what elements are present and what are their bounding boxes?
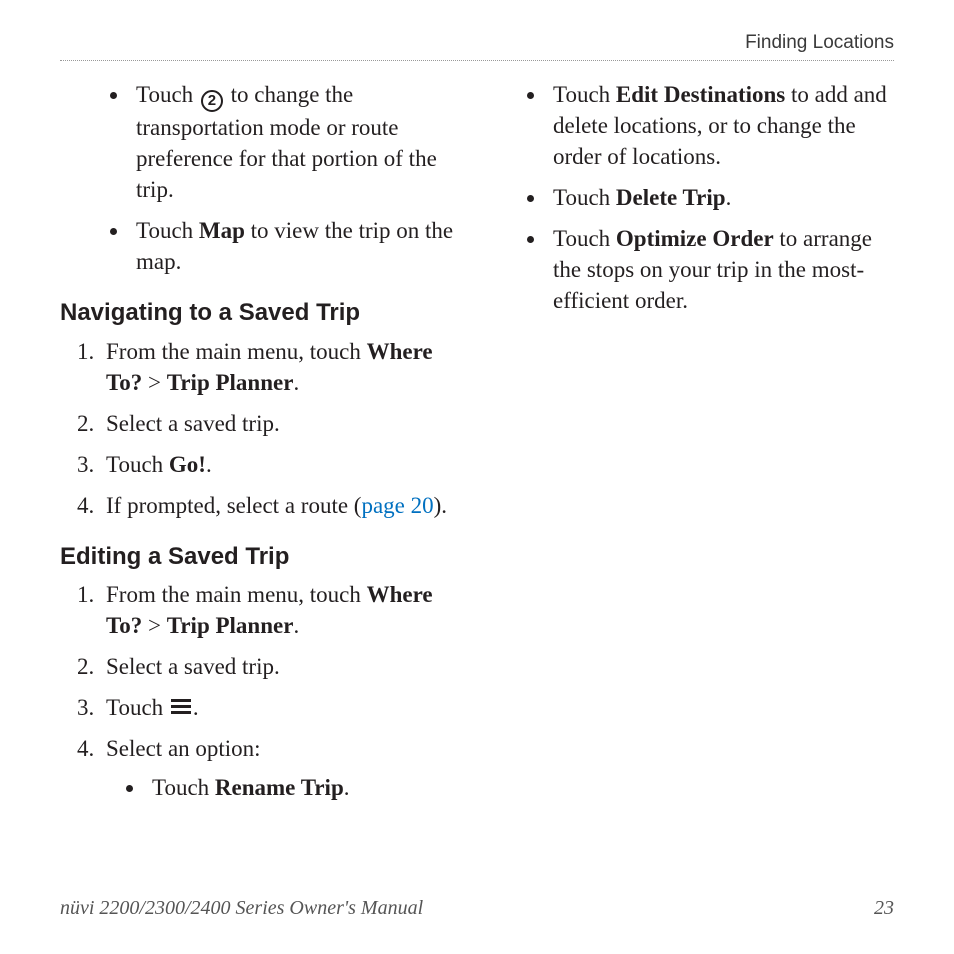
text: . bbox=[293, 370, 299, 395]
text: Touch bbox=[106, 695, 169, 720]
text: . bbox=[293, 613, 299, 638]
text: From the main menu, touch bbox=[106, 339, 367, 364]
text: From the main menu, touch bbox=[106, 582, 367, 607]
text: Touch bbox=[553, 226, 616, 251]
text: Select a saved trip. bbox=[106, 411, 280, 436]
list-item: Touch Rename Trip. bbox=[146, 772, 457, 803]
list-item: Touch Go!. bbox=[100, 449, 457, 480]
editing-steps: From the main menu, touch Where To? > Tr… bbox=[60, 579, 457, 803]
list-item: Select a saved trip. bbox=[100, 408, 457, 439]
text: If prompted, select a route ( bbox=[106, 493, 361, 518]
navigating-steps: From the main menu, touch Where To? > Tr… bbox=[60, 336, 457, 521]
text: Touch bbox=[553, 82, 616, 107]
list-item: Select an option: Touch Rename Trip. bbox=[100, 733, 457, 803]
list-item: Touch Map to view the trip on the map. bbox=[130, 215, 457, 277]
right-bullet-list: Touch Edit Destinations to add and delet… bbox=[497, 79, 894, 316]
bold-text: Map bbox=[199, 218, 245, 243]
page-number: 23 bbox=[874, 897, 894, 920]
text: Touch bbox=[136, 82, 199, 107]
page-link[interactable]: page 20 bbox=[361, 493, 433, 518]
list-item: From the main menu, touch Where To? > Tr… bbox=[100, 336, 457, 398]
text: . bbox=[206, 452, 212, 477]
text: Select a saved trip. bbox=[106, 654, 280, 679]
circled-2-icon: 2 bbox=[201, 90, 223, 112]
bold-text: Edit Destinations bbox=[616, 82, 785, 107]
list-item: Touch Edit Destinations to add and delet… bbox=[547, 79, 894, 172]
text: . bbox=[344, 775, 350, 800]
text: Touch bbox=[553, 185, 616, 210]
header-rule bbox=[60, 60, 894, 61]
footer-title: nüvi 2200/2300/2400 Series Owner's Manua… bbox=[60, 897, 423, 920]
page-footer: nüvi 2200/2300/2400 Series Owner's Manua… bbox=[60, 897, 894, 920]
text: > bbox=[142, 613, 166, 638]
bold-text: Optimize Order bbox=[616, 226, 774, 251]
bold-text: Rename Trip bbox=[215, 775, 344, 800]
text: ). bbox=[434, 493, 447, 518]
text: Touch bbox=[106, 452, 169, 477]
list-item: If prompted, select a route (page 20). bbox=[100, 490, 457, 521]
menu-icon bbox=[171, 699, 191, 718]
sub-bullet-list: Touch Rename Trip. bbox=[106, 772, 457, 803]
text: . bbox=[193, 695, 199, 720]
list-item: Touch Delete Trip. bbox=[547, 182, 894, 213]
intro-bullet-list: Touch 2 to change the transportation mod… bbox=[60, 79, 457, 277]
running-head: Finding Locations bbox=[60, 32, 894, 60]
heading-navigating: Navigating to a Saved Trip bbox=[60, 297, 457, 329]
list-item: Touch . bbox=[100, 692, 457, 723]
list-item: Touch 2 to change the transportation mod… bbox=[130, 79, 457, 205]
left-column: Touch 2 to change the transportation mod… bbox=[60, 79, 457, 814]
bold-text: Delete Trip bbox=[616, 185, 726, 210]
content-columns: Touch 2 to change the transportation mod… bbox=[60, 79, 894, 814]
text: Touch bbox=[152, 775, 215, 800]
text: . bbox=[726, 185, 732, 210]
list-item: Select a saved trip. bbox=[100, 651, 457, 682]
list-item: From the main menu, touch Where To? > Tr… bbox=[100, 579, 457, 641]
right-column: Touch Edit Destinations to add and delet… bbox=[497, 79, 894, 814]
text: > bbox=[142, 370, 166, 395]
text: Touch bbox=[136, 218, 199, 243]
bold-text: Trip Planner bbox=[167, 613, 294, 638]
bold-text: Go! bbox=[169, 452, 206, 477]
heading-editing: Editing a Saved Trip bbox=[60, 541, 457, 573]
list-item: Touch Optimize Order to arrange the stop… bbox=[547, 223, 894, 316]
bold-text: Trip Planner bbox=[167, 370, 294, 395]
page: Finding Locations Touch 2 to change the … bbox=[0, 0, 954, 954]
text: Select an option: bbox=[106, 736, 261, 761]
